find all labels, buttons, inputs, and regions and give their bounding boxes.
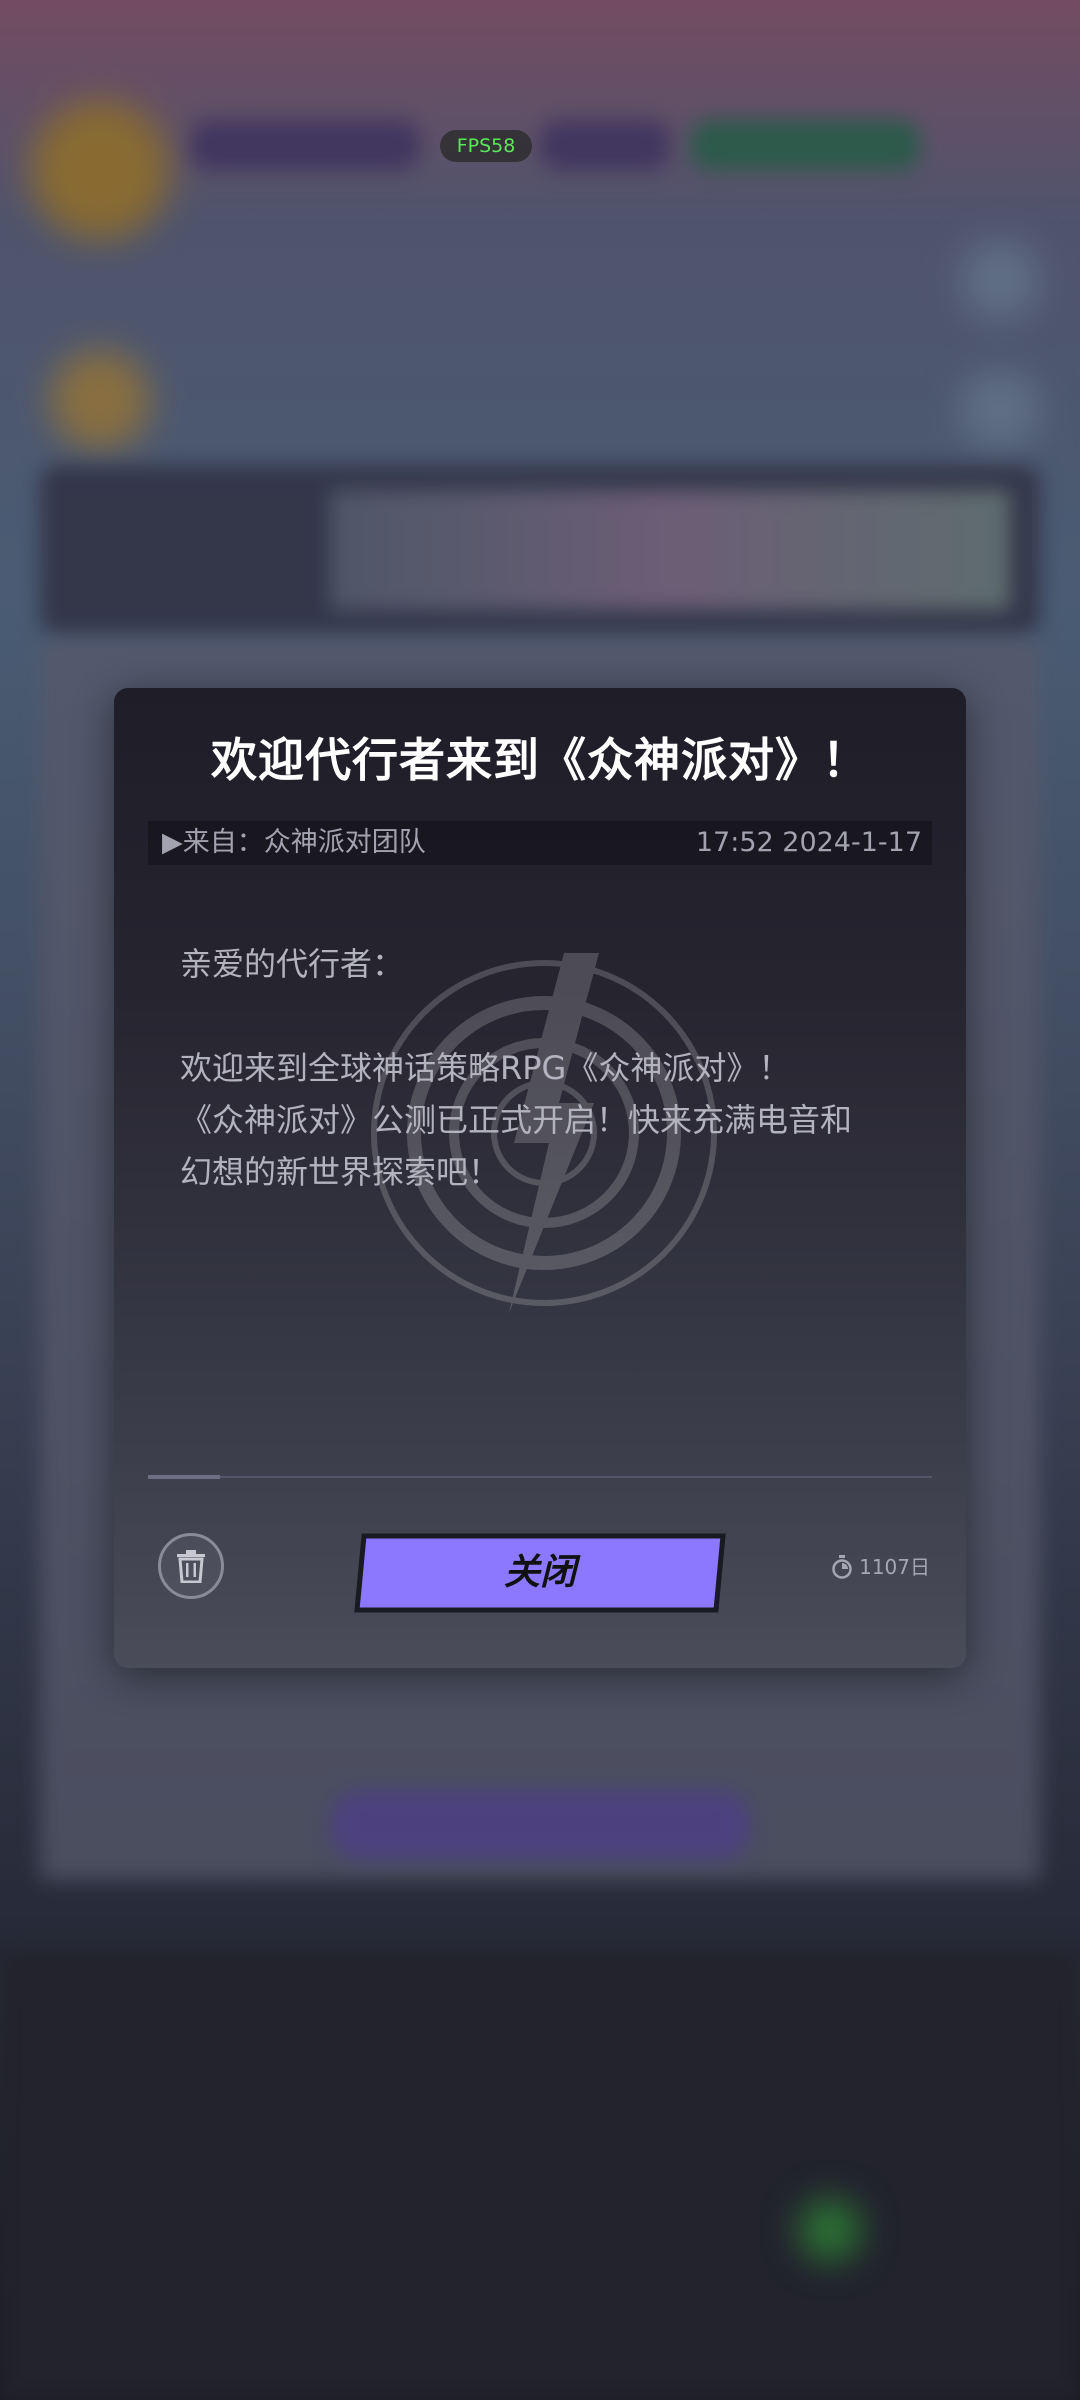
scroll-thumb[interactable] [148,1475,220,1479]
mail-meta-bar: ▶来自：众神派对团队 17:52 2024-1-17 [148,821,932,865]
stopwatch-icon [832,1555,852,1579]
mail-dialog: 欢迎代行者来到《众神派对》！ ▶来自：众神派对团队 17:52 2024-1-1… [114,688,966,1668]
close-button[interactable]: 关闭 [354,1533,726,1613]
close-button-label: 关闭 [503,1552,576,1593]
mail-timestamp: 17:52 2024-1-17 [695,827,922,858]
mail-sender: ▶来自：众神派对团队 [162,827,426,858]
mail-body-line: 欢迎来到全球神话策略RPG《众神派对》！ [180,1049,791,1087]
mail-expiry-label: 1107日 [859,1555,930,1579]
mail-greeting: 亲爱的代行者： [180,945,405,983]
fps-counter: FPS58 [440,130,532,162]
mail-title: 欢迎代行者来到《众神派对》！ [211,733,869,787]
mail-body: 亲爱的代行者： 欢迎来到全球神话策略RPG《众神派对》！ 《众神派对》公测已正式… [180,938,920,1198]
mail-body-line: 幻想的新世界探索吧！ [180,1153,501,1191]
mail-body-line: 《众神派对》公测已正式开启！快来充满电音和 [180,1101,853,1139]
trash-icon [177,1550,205,1583]
mail-expiry: 1107日 [831,1553,930,1581]
scroll-track [148,1475,932,1479]
delete-button[interactable] [158,1533,224,1599]
